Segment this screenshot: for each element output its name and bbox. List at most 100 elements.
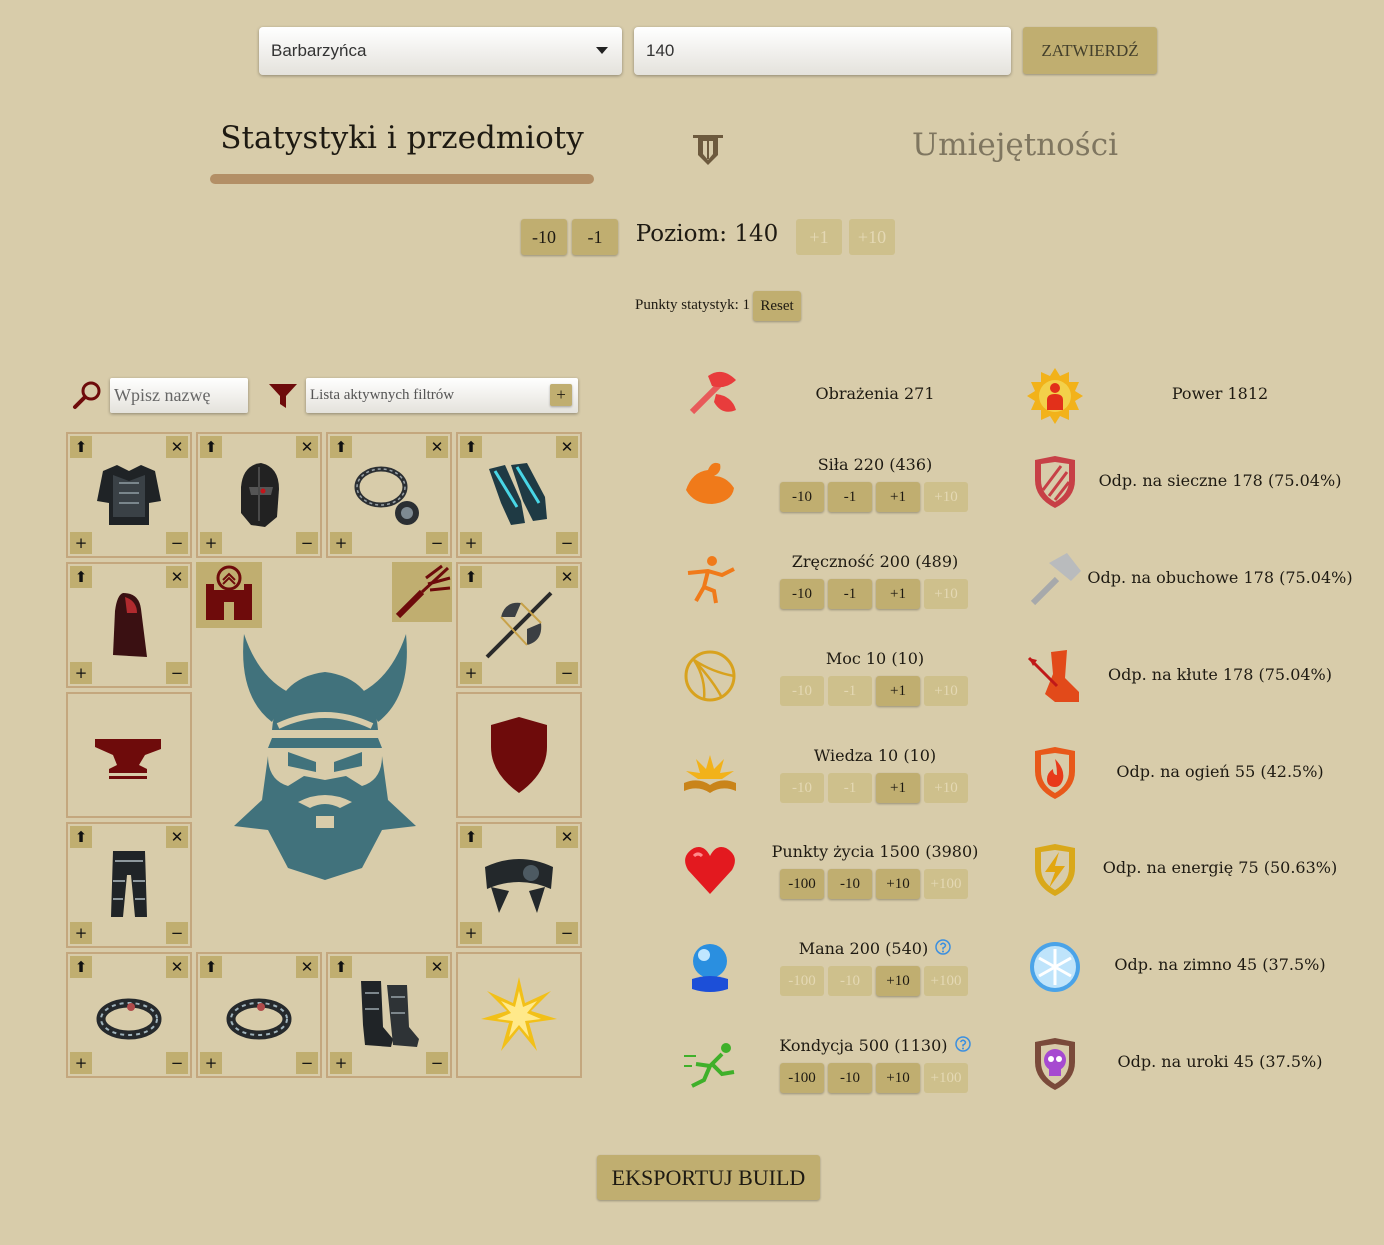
add-icon[interactable]: +: [460, 532, 482, 554]
minus-icon[interactable]: −: [166, 532, 188, 554]
minus-icon[interactable]: −: [166, 662, 188, 684]
remove-item-icon[interactable]: ✕: [166, 956, 188, 978]
add-filter-button[interactable]: +: [550, 384, 572, 406]
add-icon[interactable]: +: [70, 532, 92, 554]
minus-icon[interactable]: −: [166, 922, 188, 944]
slot-cape[interactable]: ⬆ ✕ + −: [66, 562, 192, 688]
slot-ring-2[interactable]: ⬆ ✕ + −: [196, 952, 322, 1078]
slot-gloves[interactable]: ⬆ ✕ + −: [456, 432, 582, 558]
dexterity-plus1-button[interactable]: +1: [876, 579, 920, 609]
health-minus10-button[interactable]: -10: [828, 869, 872, 899]
upgrade-arrow-icon[interactable]: ⬆: [460, 826, 482, 848]
slot-armor[interactable]: ⬆ ✕ + −: [66, 432, 192, 558]
add-icon[interactable]: +: [200, 532, 222, 554]
level-input[interactable]: 140: [634, 27, 1011, 75]
upgrade-arrow-icon[interactable]: ⬆: [460, 566, 482, 588]
add-icon[interactable]: +: [330, 1052, 352, 1074]
add-icon[interactable]: +: [460, 662, 482, 684]
remove-item-icon[interactable]: ✕: [426, 956, 448, 978]
remove-item-icon[interactable]: ✕: [426, 436, 448, 458]
remove-item-icon[interactable]: ✕: [166, 436, 188, 458]
minus-icon[interactable]: −: [556, 922, 578, 944]
knowledge-minus10-button[interactable]: -10: [780, 773, 824, 803]
remove-item-icon[interactable]: ✕: [556, 436, 578, 458]
tab-skills[interactable]: Umiejętności: [870, 127, 1160, 163]
search-input[interactable]: Wpisz nazwę: [110, 378, 248, 413]
power-plus10-button[interactable]: +10: [924, 676, 968, 706]
strength-plus10-button[interactable]: +10: [924, 482, 968, 512]
guild-emblem-icon[interactable]: [196, 562, 262, 628]
help-icon[interactable]: [954, 1036, 971, 1052]
dexterity-minus1-button[interactable]: -1: [828, 579, 872, 609]
help-icon[interactable]: [935, 939, 952, 955]
add-icon[interactable]: +: [70, 1052, 92, 1074]
health-minus100-button[interactable]: -100: [780, 869, 824, 899]
slot-crafting[interactable]: [66, 692, 192, 818]
mana-minus10-button[interactable]: -10: [828, 966, 872, 996]
knowledge-plus1-button[interactable]: +1: [876, 773, 920, 803]
minus-icon[interactable]: −: [426, 1052, 448, 1074]
upgrade-arrow-icon[interactable]: ⬆: [70, 436, 92, 458]
stamina-minus100-button[interactable]: -100: [780, 1063, 824, 1093]
reset-button[interactable]: Reset: [753, 291, 801, 321]
minus-icon[interactable]: −: [556, 662, 578, 684]
class-select[interactable]: Barbarzyńca: [259, 27, 622, 75]
strength-plus1-button[interactable]: +1: [876, 482, 920, 512]
minus-icon[interactable]: −: [166, 1052, 188, 1074]
mana-minus100-button[interactable]: -100: [780, 966, 824, 996]
slot-boots[interactable]: ⬆ ✕ + −: [326, 952, 452, 1078]
slot-helmet[interactable]: ⬆ ✕ + −: [196, 432, 322, 558]
slot-ring-1[interactable]: ⬆ ✕ + −: [66, 952, 192, 1078]
minus-icon[interactable]: −: [556, 532, 578, 554]
add-icon[interactable]: +: [460, 922, 482, 944]
upgrade-arrow-icon[interactable]: ⬆: [70, 956, 92, 978]
strength-minus10-button[interactable]: -10: [780, 482, 824, 512]
search-icon[interactable]: [72, 380, 102, 410]
knowledge-plus10-button[interactable]: +10: [924, 773, 968, 803]
power-minus10-button[interactable]: -10: [780, 676, 824, 706]
tab-stats-items[interactable]: Statystyki i przedmioty: [210, 120, 594, 156]
upgrade-arrow-icon[interactable]: ⬆: [460, 436, 482, 458]
stamina-minus10-button[interactable]: -10: [828, 1063, 872, 1093]
upgrade-arrow-icon[interactable]: ⬆: [70, 826, 92, 848]
minus-icon[interactable]: −: [426, 532, 448, 554]
dexterity-minus10-button[interactable]: -10: [780, 579, 824, 609]
stamina-plus100-button[interactable]: +100: [924, 1063, 968, 1093]
minus-icon[interactable]: −: [296, 1052, 318, 1074]
remove-item-icon[interactable]: ✕: [166, 566, 188, 588]
level-minus10-button[interactable]: -10: [521, 219, 567, 255]
level-plus1-button[interactable]: +1: [796, 219, 842, 255]
remove-item-icon[interactable]: ✕: [296, 956, 318, 978]
upgrade-arrow-icon[interactable]: ⬆: [330, 956, 352, 978]
add-icon[interactable]: +: [70, 922, 92, 944]
upgrade-arrow-icon[interactable]: ⬆: [330, 436, 352, 458]
power-minus1-button[interactable]: -1: [828, 676, 872, 706]
slot-shield[interactable]: [456, 692, 582, 818]
power-plus1-button[interactable]: +1: [876, 676, 920, 706]
upgrade-arrow-icon[interactable]: ⬆: [200, 956, 222, 978]
minus-icon[interactable]: −: [296, 532, 318, 554]
slot-pants[interactable]: ⬆ ✕ + −: [66, 822, 192, 948]
attack-style-icon[interactable]: [392, 562, 452, 622]
health-plus100-button[interactable]: +100: [924, 869, 968, 899]
filters-input[interactable]: Lista aktywnych filtrów +: [306, 378, 578, 413]
export-build-button[interactable]: EKSPORTUJ BUILD: [597, 1155, 820, 1200]
add-icon[interactable]: +: [70, 662, 92, 684]
remove-item-icon[interactable]: ✕: [166, 826, 188, 848]
remove-item-icon[interactable]: ✕: [556, 826, 578, 848]
slot-necklace[interactable]: ⬆ ✕ + −: [326, 432, 452, 558]
knowledge-minus1-button[interactable]: -1: [828, 773, 872, 803]
mana-plus10-button[interactable]: +10: [876, 966, 920, 996]
add-icon[interactable]: +: [330, 532, 352, 554]
confirm-button[interactable]: ZATWIERDŹ: [1023, 27, 1157, 74]
level-minus1-button[interactable]: -1: [572, 219, 618, 255]
level-plus10-button[interactable]: +10: [849, 219, 895, 255]
health-plus10-button[interactable]: +10: [876, 869, 920, 899]
remove-item-icon[interactable]: ✕: [556, 566, 578, 588]
add-icon[interactable]: +: [200, 1052, 222, 1074]
filter-funnel-icon[interactable]: [268, 380, 298, 410]
slot-blessing[interactable]: [456, 952, 582, 1078]
mana-plus100-button[interactable]: +100: [924, 966, 968, 996]
dexterity-plus10-button[interactable]: +10: [924, 579, 968, 609]
remove-item-icon[interactable]: ✕: [296, 436, 318, 458]
